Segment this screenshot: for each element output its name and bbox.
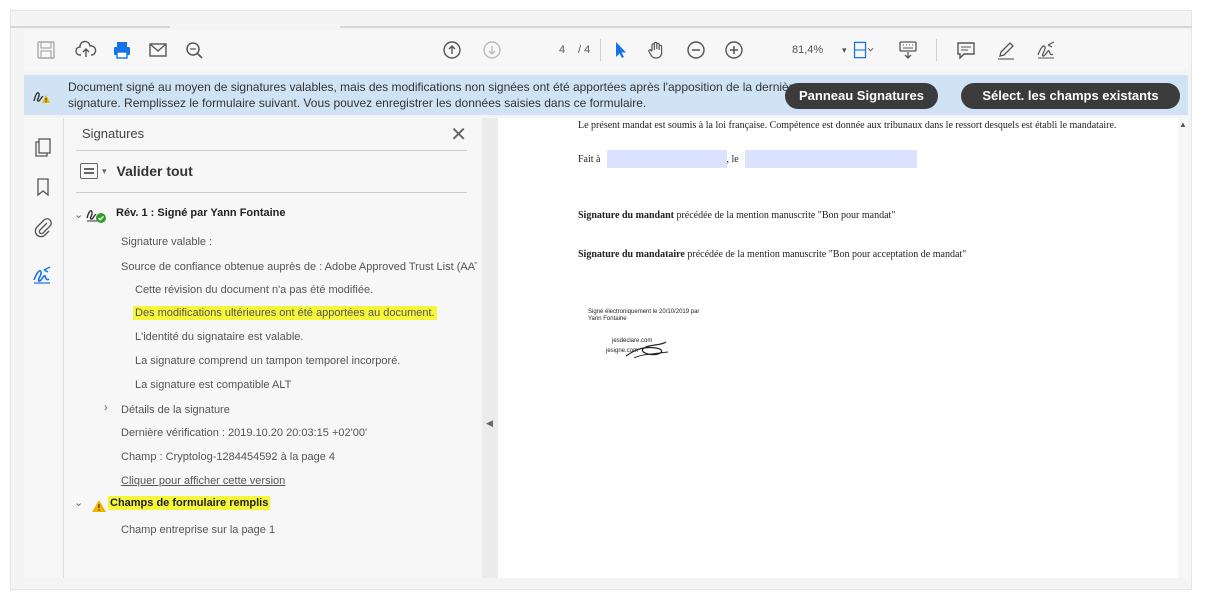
bookmark-icon[interactable] bbox=[32, 176, 54, 198]
handwritten-signature-image bbox=[625, 341, 669, 359]
toolbar-divider bbox=[600, 39, 601, 61]
revision-title[interactable]: Rév. 1 : Signé par Yann Fontaine bbox=[116, 207, 286, 219]
signatures-panel: Signatures ✕ ▾ Valider tout ⌄ Rév. 1 : S… bbox=[63, 118, 481, 578]
collapse-chevron-icon[interactable]: ⌄ bbox=[74, 208, 83, 221]
mandataire-signature-line: Signature du mandataire précédée de la m… bbox=[578, 249, 966, 260]
ltv-text: La signature est compatible ALT bbox=[135, 379, 292, 391]
attachment-icon[interactable] bbox=[32, 216, 54, 238]
signed-electronically-line1: Signé électroniquement le 20/10/2019 par bbox=[588, 309, 700, 315]
message-text: Document signé au moyen de signatures va… bbox=[68, 80, 800, 110]
signatures-panel-icon[interactable] bbox=[32, 264, 54, 286]
zoom-dropdown-icon[interactable]: ▾ bbox=[842, 40, 847, 60]
identity-valid-text: L'identité du signataire est valable. bbox=[135, 331, 304, 343]
toolbar: 4 / 4 81,4% ▾ bbox=[24, 30, 1188, 70]
pen-icon[interactable] bbox=[994, 38, 1018, 62]
not-modified-text: Cette révision du document n'a pas été m… bbox=[135, 284, 374, 296]
save-icon[interactable] bbox=[34, 38, 58, 62]
place-date-row: Fait à , le bbox=[578, 150, 917, 168]
timestamp-text: La signature comprend un tampon temporel… bbox=[135, 355, 401, 367]
tab-divider bbox=[340, 26, 1192, 28]
page-number-input[interactable]: 4 bbox=[548, 40, 576, 60]
last-check-text: Dernière vérification : 2019.10.20 20:03… bbox=[121, 427, 368, 439]
select-cursor-icon[interactable] bbox=[608, 38, 632, 62]
jurisdiction-paragraph: Le présent mandat est soumis à la loi fr… bbox=[578, 120, 1117, 131]
scroll-up-icon[interactable]: ▲ bbox=[1179, 120, 1187, 129]
zoom-in-icon[interactable] bbox=[722, 38, 746, 62]
expand-chevron-icon[interactable]: › bbox=[104, 402, 108, 414]
sign-icon[interactable] bbox=[1034, 38, 1058, 62]
panel-divider bbox=[76, 192, 467, 193]
validate-all-button[interactable]: Valider tout bbox=[117, 163, 193, 179]
form-fields-text: Champs de formulaire remplis bbox=[108, 496, 271, 510]
fait-label: Fait à bbox=[578, 153, 601, 165]
mandant-bold: Signature du mandant bbox=[578, 210, 674, 221]
panel-title: Signatures bbox=[82, 126, 145, 141]
date-label: , le bbox=[726, 153, 739, 165]
collapse-panel-icon[interactable]: ◀ bbox=[486, 418, 493, 429]
mandataire-bold: Signature du mandataire bbox=[578, 249, 685, 260]
form-fields-row[interactable]: Champs de formulaire remplis bbox=[108, 496, 271, 510]
date-field[interactable] bbox=[744, 150, 917, 168]
toolbar-divider bbox=[936, 39, 937, 61]
place-field[interactable] bbox=[606, 150, 727, 168]
pages-thumbnails-icon[interactable] bbox=[32, 136, 54, 158]
signature-message-bar: Document signé au moyen de signatures va… bbox=[24, 75, 1188, 115]
later-changes-row: Des modifications ultérieures ont été ap… bbox=[133, 306, 437, 320]
signed-electronically-line2: Yann Fontaine bbox=[588, 316, 627, 322]
chevron-down-icon[interactable]: ▾ bbox=[102, 166, 107, 177]
later-changes-text: Des modifications ultérieures ont été ap… bbox=[133, 306, 437, 320]
trust-source-text: Source de confiance obtenue auprès de : … bbox=[121, 261, 477, 273]
tab-divider bbox=[10, 26, 170, 28]
collapse-chevron-icon[interactable]: ⌄ bbox=[74, 496, 83, 509]
next-page-icon[interactable] bbox=[480, 38, 504, 62]
signature-valid-text: Signature valable : bbox=[121, 236, 213, 248]
mandant-rest: précédée de la mention manuscrite "Bon p… bbox=[673, 210, 896, 221]
signature-valid-icon bbox=[86, 204, 108, 224]
mandant-signature-line: Signature du mandant précédée de la ment… bbox=[578, 210, 895, 221]
print-icon[interactable] bbox=[110, 38, 134, 62]
email-icon[interactable] bbox=[146, 38, 170, 62]
signature-warning-icon bbox=[32, 85, 52, 105]
company-field-text: Champ entreprise sur la page 1 bbox=[121, 524, 276, 536]
select-existing-fields-button[interactable]: Sélect. les champs existants bbox=[961, 83, 1180, 109]
signature-details[interactable]: Détails de la signature bbox=[121, 404, 230, 416]
page-total: / 4 bbox=[578, 44, 591, 56]
show-version-link[interactable]: Cliquer pour afficher cette version bbox=[121, 475, 285, 487]
document-page: Le présent mandat est soumis à la loi fr… bbox=[498, 118, 1178, 578]
zoom-level[interactable]: 81,4% bbox=[792, 40, 823, 60]
validate-all-row[interactable]: ▾ Valider tout bbox=[80, 163, 193, 179]
panel-splitter[interactable]: ◀ bbox=[482, 118, 498, 578]
tab-strip bbox=[10, 10, 1192, 28]
close-icon[interactable]: ✕ bbox=[450, 122, 467, 147]
hand-tool-icon[interactable] bbox=[644, 38, 668, 62]
warning-icon bbox=[92, 499, 106, 512]
keyboard-icon[interactable] bbox=[896, 38, 920, 62]
prev-page-icon[interactable] bbox=[440, 38, 464, 62]
comment-icon[interactable] bbox=[954, 38, 978, 62]
cloud-upload-icon[interactable] bbox=[74, 38, 98, 62]
navigation-rail bbox=[24, 118, 62, 578]
zoom-out-icon[interactable] bbox=[684, 38, 708, 62]
list-menu-icon[interactable] bbox=[80, 163, 98, 179]
signatures-panel-button[interactable]: Panneau Signatures bbox=[785, 83, 938, 109]
panel-divider bbox=[76, 150, 467, 151]
field-text: Champ : Cryptolog-1284454592 à la page 4 bbox=[121, 451, 336, 463]
fit-page-icon[interactable] bbox=[848, 38, 878, 62]
mandataire-rest: précédée de la mention manuscrite "Bon p… bbox=[684, 249, 967, 260]
search-icon[interactable] bbox=[182, 38, 206, 62]
vertical-scrollbar[interactable]: ▲ bbox=[1178, 118, 1188, 578]
